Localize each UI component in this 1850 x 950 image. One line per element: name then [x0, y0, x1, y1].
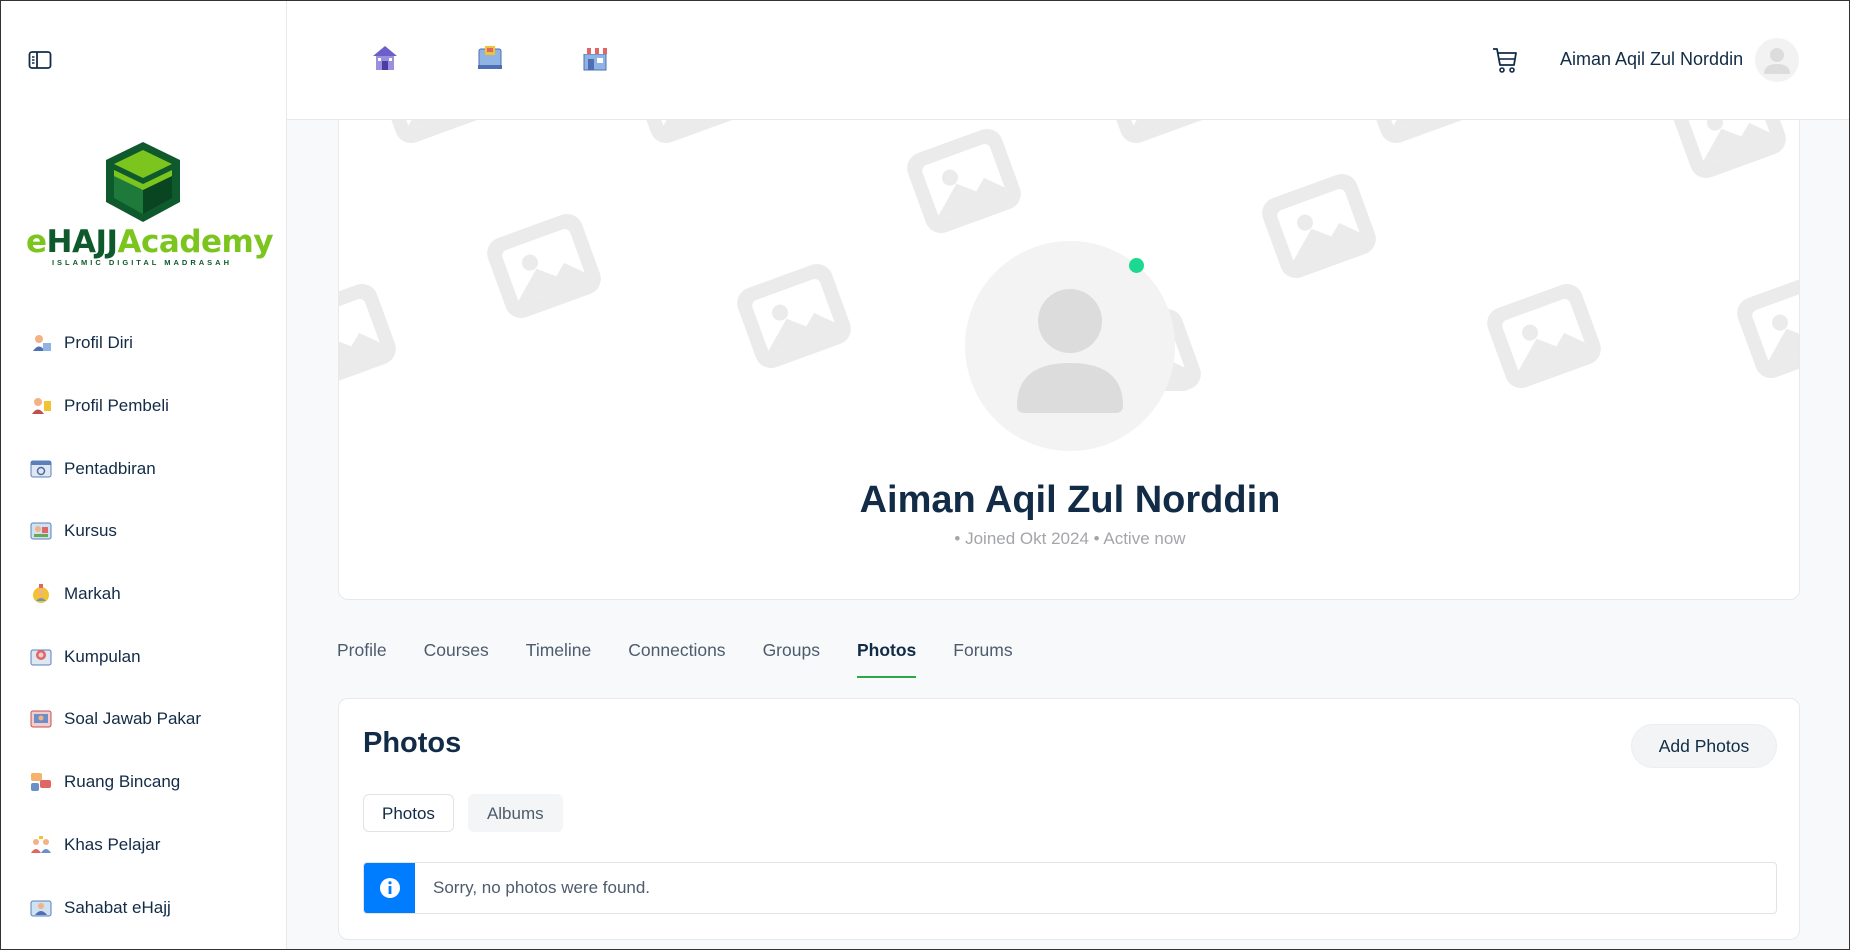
group-icon — [30, 649, 52, 666]
sidebar-menu: Profil Diri Profil Pembeli Pentadbiran K… — [0, 312, 287, 939]
photos-title: Photos — [363, 727, 462, 759]
tab-forums[interactable]: Forums — [953, 636, 1012, 678]
qa-icon — [30, 710, 52, 728]
sidebar-item-markah[interactable]: Markah — [0, 563, 287, 626]
logo-tagline: ISLAMIC DIGITAL MADRASAH — [51, 258, 233, 267]
discussion-icon — [31, 773, 51, 792]
no-photos-notice: Sorry, no photos were found. — [363, 862, 1777, 914]
tab-courses[interactable]: Courses — [424, 636, 489, 678]
info-icon-box — [364, 863, 415, 913]
profile-meta: • Joined Okt 2024 • Active now — [954, 529, 1186, 548]
tab-photos[interactable]: Photos — [856, 636, 917, 678]
subtab-albums[interactable]: Albums — [467, 794, 563, 832]
profile-avatar[interactable] — [965, 241, 1175, 451]
cart-icon[interactable] — [1492, 46, 1518, 74]
kaaba-logo-icon — [106, 142, 180, 222]
photos-panel: Photos Add Photos Photos Albums Sorry, n… — [338, 698, 1800, 940]
ehajj-logo[interactable]: eHAJJAcademy ISLAMIC DIGITAL MADRASAH — [24, 140, 274, 270]
avatar-placeholder-icon — [1017, 289, 1123, 413]
top-header: Aiman Aqil Zul Norddin — [287, 0, 1850, 120]
profile-cover-card: Aiman Aqil Zul Norddin • Joined Okt 2024… — [338, 100, 1800, 600]
info-icon — [379, 878, 400, 898]
tab-profile[interactable]: Profile — [337, 636, 387, 678]
courses-icon[interactable] — [476, 44, 504, 72]
grade-icon — [33, 584, 49, 604]
sidebar-item-kursus[interactable]: Kursus — [0, 500, 287, 563]
add-photos-button[interactable]: Add Photos — [1631, 724, 1777, 768]
sidebar-item-sahabat-ehajj[interactable]: Sahabat eHajj — [0, 876, 287, 939]
admin-icon — [30, 460, 52, 478]
header-avatar[interactable] — [1755, 38, 1799, 82]
store-icon[interactable] — [581, 44, 609, 72]
sidebar-item-profil-diri[interactable]: Profil Diri — [0, 312, 287, 375]
avatar-placeholder-icon — [1764, 48, 1790, 74]
logo-wordmark: eHAJJAcademy — [26, 224, 274, 260]
tab-connections[interactable]: Connections — [628, 636, 725, 678]
sidebar-item-profil-pembeli[interactable]: Profil Pembeli — [0, 375, 287, 438]
sidebar: eHAJJAcademy ISLAMIC DIGITAL MADRASAH Pr… — [0, 0, 287, 950]
sidebar-item-soal-jawab-pakar[interactable]: Soal Jawab Pakar — [0, 688, 287, 751]
sidebar-item-pentadbiran[interactable]: Pentadbiran — [0, 437, 287, 500]
subtab-photos[interactable]: Photos — [363, 794, 454, 832]
course-icon — [30, 522, 52, 540]
profile-icon — [33, 335, 51, 352]
header-user-name[interactable]: Aiman Aqil Zul Norddin — [1560, 49, 1743, 70]
sidebar-item-khas-pelajar[interactable]: Khas Pelajar — [0, 814, 287, 877]
sidebar-toggle-icon[interactable] — [28, 50, 52, 70]
photos-subtabs: Photos Albums — [363, 794, 577, 832]
sidebar-item-ruang-bincang[interactable]: Ruang Bincang — [0, 751, 287, 814]
notice-text: Sorry, no photos were found. — [433, 878, 651, 897]
profile-name: Aiman Aqil Zul Norddin — [859, 479, 1281, 521]
profile-tabs: Profile Courses Timeline Connections Gro… — [337, 636, 1050, 678]
friends-icon — [30, 900, 52, 917]
buyer-icon — [32, 398, 51, 415]
sidebar-item-kumpulan[interactable]: Kumpulan — [0, 625, 287, 688]
home-icon[interactable] — [371, 44, 399, 72]
tab-groups[interactable]: Groups — [763, 636, 820, 678]
online-status-dot — [1129, 258, 1144, 273]
student-icon — [31, 835, 51, 853]
tab-timeline[interactable]: Timeline — [526, 636, 591, 678]
